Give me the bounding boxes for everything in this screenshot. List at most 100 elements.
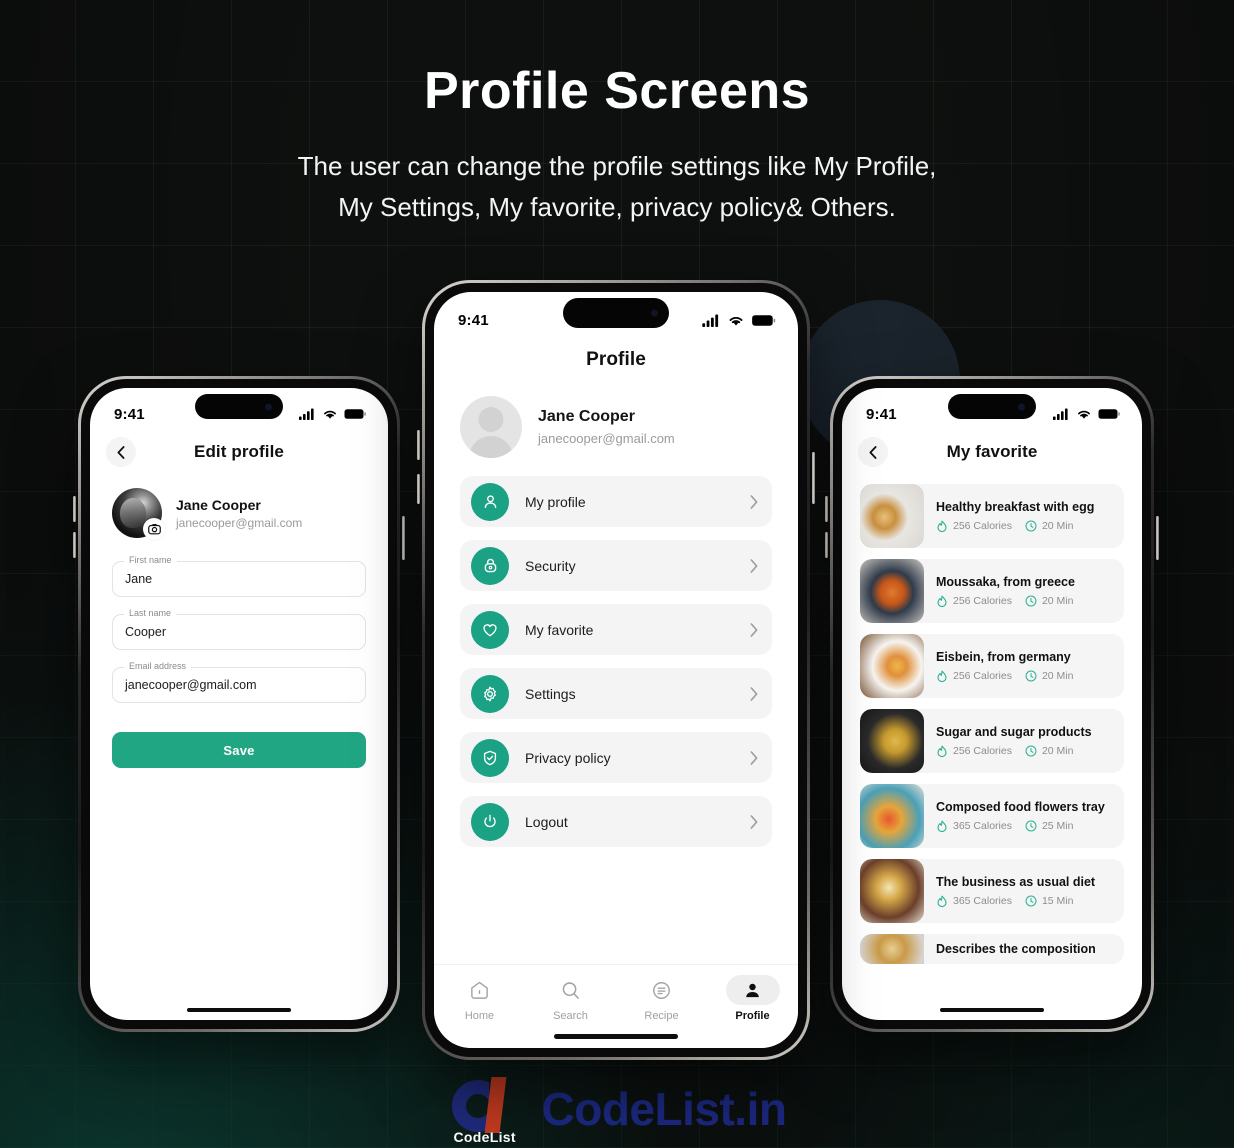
menu-item-settings[interactable]: Settings <box>460 668 772 719</box>
tab-profile[interactable]: Profile <box>716 975 790 1022</box>
clock-icon <box>1025 745 1037 757</box>
menu-item-logout[interactable]: Logout <box>460 796 772 847</box>
clock-icon <box>1025 670 1037 682</box>
calories-meta: 256 Calories <box>936 520 1012 533</box>
list-item[interactable]: Healthy breakfast with egg 256 Calories … <box>860 484 1124 548</box>
calories-meta: 365 Calories <box>936 820 1012 833</box>
home-icon <box>471 981 488 999</box>
tab-label: Profile <box>735 1010 770 1022</box>
list-item[interactable]: Eisbein, from germany 256 Calories 20 Mi… <box>860 634 1124 698</box>
list-item[interactable]: Describes the composition <box>860 934 1124 964</box>
avatar[interactable] <box>112 488 165 540</box>
time-meta: 20 Min <box>1025 595 1074 607</box>
menu-item-my-profile[interactable]: My profile <box>460 476 772 527</box>
phone-bezel: 9:41 My favorite Healthy breakfast with … <box>833 379 1151 1029</box>
chevron-right-icon <box>750 750 758 765</box>
volume-down-button[interactable] <box>825 532 828 558</box>
time-meta: 20 Min <box>1025 745 1073 757</box>
recipe-title: Describes the composition <box>936 942 1096 956</box>
front-camera-icon <box>651 309 658 317</box>
profile-header: Jane Cooper janecooper@gmail.com <box>434 382 798 458</box>
menu-item-security[interactable]: Security <box>460 540 772 591</box>
chevron-right-icon <box>750 686 758 701</box>
last-name-value: Cooper <box>125 625 166 639</box>
gear-icon <box>471 674 509 713</box>
recipe-info: The business as usual diet 365 Calories … <box>924 875 1124 908</box>
calories-text: 256 Calories <box>953 670 1012 682</box>
change-photo-button[interactable] <box>143 518 165 540</box>
profile-menu-list: My profile Security My favorite Settings… <box>434 458 798 847</box>
page-subtitle-line-2: My Settings, My favorite, privacy policy… <box>338 192 896 223</box>
tab-label: Recipe <box>644 1010 679 1022</box>
status-icons <box>702 314 776 327</box>
list-item[interactable]: The business as usual diet 365 Calories … <box>860 859 1124 923</box>
menu-item-label: Settings <box>525 685 576 702</box>
avatar-placeholder-head <box>478 407 504 432</box>
menu-item-privacy-policy[interactable]: Privacy policy <box>460 732 772 783</box>
tab-recipe[interactable]: Recipe <box>625 975 699 1022</box>
time-text: 20 Min <box>1041 595 1074 607</box>
tab-home[interactable]: Home <box>443 975 517 1022</box>
camera-icon <box>147 523 161 535</box>
first-name-field[interactable]: First name Jane <box>112 555 366 597</box>
volume-down-button[interactable] <box>73 532 76 558</box>
recipe-thumbnail <box>860 559 924 623</box>
email-address-label: Email address <box>124 661 192 671</box>
time-text: 20 Min <box>1041 520 1074 532</box>
user-icon <box>471 482 509 521</box>
battery-icon <box>344 409 366 419</box>
flame-icon <box>937 745 947 757</box>
volume-up-button[interactable] <box>825 496 828 522</box>
profile-name: Jane Cooper <box>176 496 261 513</box>
phone-my-favorite: 9:41 My favorite Healthy breakfast with … <box>825 376 1159 1032</box>
battery-icon <box>752 315 776 326</box>
list-item[interactable]: Moussaka, from greece 256 Calories 20 Mi… <box>860 559 1124 623</box>
calories-text: 256 Calories <box>953 745 1012 757</box>
save-button[interactable]: Save <box>112 732 366 768</box>
signal-bars-icon <box>299 408 314 420</box>
back-button[interactable] <box>106 437 136 467</box>
email-address-value: janecooper@gmail.com <box>125 678 257 692</box>
power-button[interactable] <box>812 452 815 504</box>
status-bar: 9:41 <box>90 388 388 428</box>
recipe-info: Moussaka, from greece 256 Calories 20 Mi… <box>924 575 1124 608</box>
list-item[interactable]: Sugar and sugar products 256 Calories 20… <box>860 709 1124 773</box>
volume-up-button[interactable] <box>417 430 420 460</box>
last-name-field[interactable]: Last name Cooper <box>112 608 366 650</box>
flame-icon <box>937 670 947 682</box>
recipe-info: Composed food flowers tray 365 Calories … <box>924 800 1124 833</box>
recipe-meta: 365 Calories 25 Min <box>936 820 1114 833</box>
recipe-meta: 256 Calories 20 Min <box>936 520 1114 533</box>
calories-text: 365 Calories <box>953 820 1012 832</box>
nav-bar-my-favorite: My favorite <box>842 428 1142 474</box>
avatar[interactable] <box>460 396 522 458</box>
time-meta: 20 Min <box>1025 520 1074 532</box>
menu-item-my-favorite[interactable]: My favorite <box>460 604 772 655</box>
page-subtitle: The user can change the profile settings… <box>0 146 1234 228</box>
list-item[interactable]: Composed food flowers tray 365 Calories … <box>860 784 1124 848</box>
calories-meta: 365 Calories <box>936 895 1012 908</box>
nav-bar-profile: Profile <box>434 336 798 382</box>
tab-search[interactable]: Search <box>534 975 608 1022</box>
heart-icon <box>471 610 509 649</box>
status-time: 9:41 <box>114 405 145 423</box>
recipe-info: Describes the composition <box>924 942 1124 956</box>
chevron-left-icon <box>117 445 125 459</box>
page-title-profile: Profile <box>586 349 646 370</box>
recipe-thumbnail <box>860 784 924 848</box>
last-name-label: Last name <box>124 608 177 618</box>
power-button[interactable] <box>1156 516 1159 560</box>
volume-up-button[interactable] <box>73 496 76 522</box>
time-text: 20 Min <box>1041 670 1074 682</box>
back-button[interactable] <box>858 437 888 467</box>
clock-icon <box>1025 595 1037 607</box>
phone-edit-profile: 9:41 Edit profile Jane Cooper janecooper… <box>73 376 405 1032</box>
email-address-field[interactable]: Email address janecooper@gmail.com <box>112 661 366 703</box>
bottom-tab-bar: Home Search Recipe Profile <box>434 964 798 1048</box>
time-meta: 25 Min <box>1025 820 1073 832</box>
recipe-thumbnail <box>860 484 924 548</box>
power-button[interactable] <box>402 516 405 560</box>
recipe-title: Eisbein, from germany <box>936 649 1071 664</box>
dynamic-island <box>563 298 669 328</box>
volume-down-button[interactable] <box>417 474 420 504</box>
